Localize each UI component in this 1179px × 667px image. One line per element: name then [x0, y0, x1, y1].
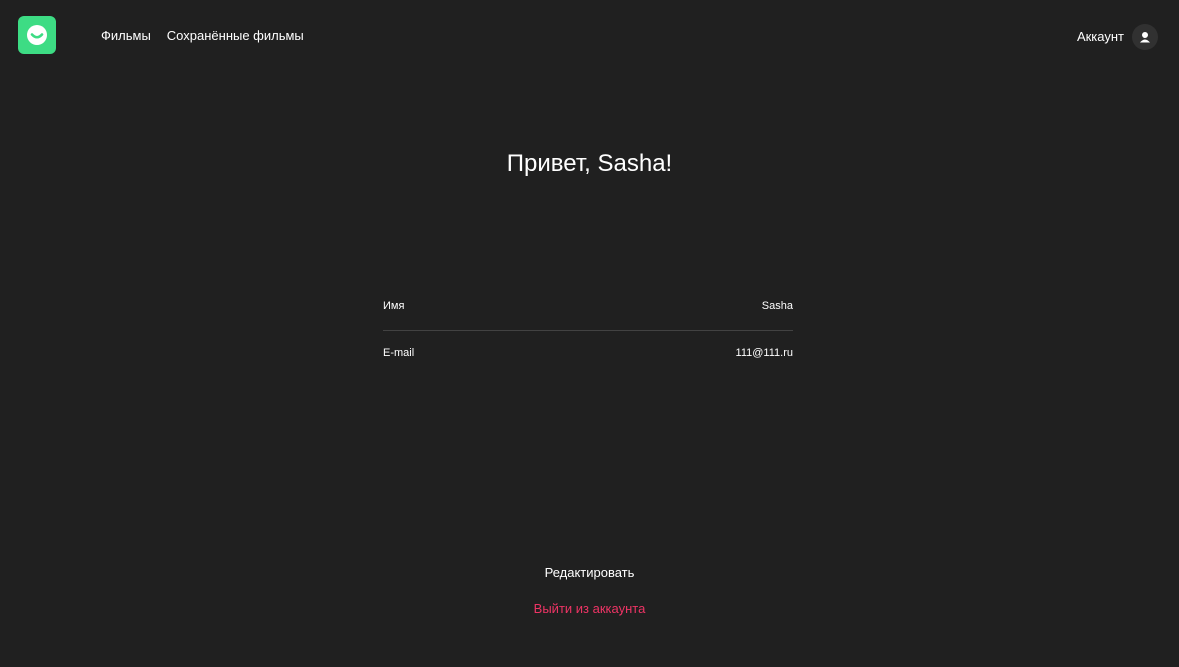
name-label: Имя	[383, 300, 405, 312]
email-value: 111@111.ru	[735, 347, 793, 359]
user-icon	[1132, 24, 1158, 50]
profile-row-name: Имя Sasha	[383, 300, 793, 313]
smile-logo-icon	[27, 25, 47, 45]
profile-page: Фильмы Сохранённые фильмы Аккаунт Привет…	[0, 0, 1179, 667]
logout-button[interactable]: Выйти из аккаунта	[534, 601, 646, 616]
logout-container: Выйти из аккаунта	[0, 601, 1179, 617]
divider	[383, 330, 793, 331]
main-nav: Фильмы Сохранённые фильмы	[101, 28, 304, 44]
account-label: Аккаунт	[1076, 29, 1124, 44]
page-title: Привет, Sasha!	[506, 150, 673, 177]
edit-container: Редактировать	[0, 565, 1179, 581]
account-button[interactable]: Аккаунт	[1077, 24, 1158, 50]
logo[interactable]	[18, 16, 56, 54]
profile-row-email: E-mail 111@111.ru	[383, 347, 793, 360]
profile-info: Имя Sasha E-mail 111@111.ru	[383, 300, 793, 360]
edit-profile-button[interactable]: Редактировать	[545, 565, 635, 580]
email-label: E-mail	[383, 347, 415, 359]
nav-link-saved-movies[interactable]: Сохранённые фильмы	[167, 28, 304, 44]
nav-link-movies[interactable]: Фильмы	[101, 28, 151, 44]
name-value: Sasha	[761, 300, 793, 312]
